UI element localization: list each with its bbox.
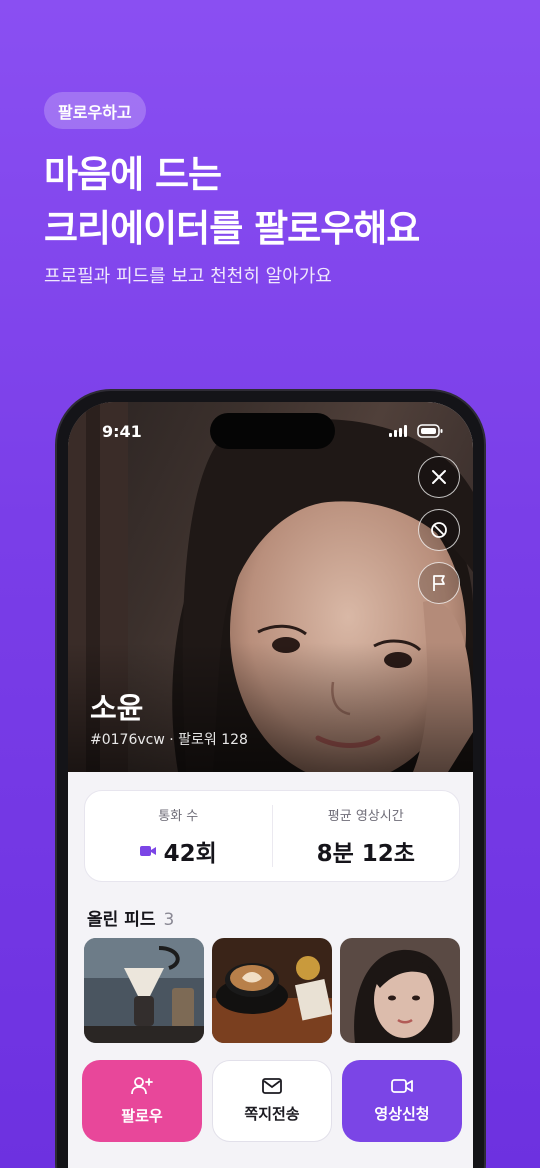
signal-icon	[389, 425, 407, 437]
stat-calls-value: 42회	[139, 834, 217, 868]
headline-line-2: 크리에이터를 팔로우해요	[44, 207, 420, 250]
stat-calls-number: 42회	[163, 840, 217, 867]
promo-subhead: 프로필과 피드를 보고 천천히 알아가요	[44, 266, 332, 287]
video-camera-icon	[391, 1079, 413, 1093]
flag-icon	[433, 575, 445, 591]
message-label: 쪽지전송	[244, 1105, 300, 1123]
stat-avg-label: 평균 영상시간	[327, 808, 404, 824]
status-icons	[389, 424, 443, 438]
headline-line-1: 마음에 드는	[44, 153, 222, 196]
video-request-button[interactable]: 영상신청	[342, 1060, 462, 1142]
block-icon	[431, 522, 447, 538]
phone-screen: 9:41 소윤 #0176vcw · 팔로워 128 통화 수 42회 평균 영…	[68, 402, 473, 1168]
stat-calls-label: 통화 수	[158, 808, 199, 824]
envelope-icon	[262, 1078, 282, 1094]
feed-title-label: 올린 피드	[87, 910, 156, 930]
stat-avg-value: 8분 12초	[316, 840, 415, 867]
promo-tag: 팔로우하고	[44, 92, 146, 129]
coffee-brewing-image	[84, 938, 204, 1043]
video-request-label: 영상신청	[374, 1105, 430, 1123]
person-plus-icon	[131, 1077, 153, 1095]
stats-card: 통화 수 42회 평균 영상시간 8분 12초	[84, 790, 460, 882]
feed-thumb-portrait[interactable]	[340, 938, 460, 1043]
feed-count: 3	[163, 910, 175, 930]
close-icon	[432, 470, 446, 484]
video-camera-icon	[139, 845, 156, 856]
promo-headline: 마음에 드는 크리에이터를 팔로우해요	[44, 148, 420, 256]
feed-thumb-latte[interactable]	[212, 938, 332, 1043]
phone-mockup: 9:41 소윤 #0176vcw · 팔로워 128 통화 수 42회 평균 영…	[55, 389, 486, 1168]
action-bar: 팔로우 쪽지전송 영상신청	[82, 1060, 462, 1142]
portrait-thumb-image	[340, 938, 460, 1043]
status-time: 9:41	[102, 422, 142, 441]
profile-meta: #0176vcw · 팔로워 128	[90, 732, 248, 748]
follow-label: 팔로우	[121, 1107, 163, 1125]
feed-grid	[84, 938, 460, 1043]
feed-thumb-coffee-brewing[interactable]	[84, 938, 204, 1043]
report-button[interactable]	[418, 562, 460, 604]
message-button[interactable]: 쪽지전송	[212, 1060, 332, 1142]
follow-button[interactable]: 팔로우	[82, 1060, 202, 1142]
profile-photo: 9:41 소윤 #0176vcw · 팔로워 128	[68, 402, 473, 772]
battery-icon	[417, 424, 443, 438]
close-button[interactable]	[418, 456, 460, 498]
latte-image	[212, 938, 332, 1043]
stat-calls: 통화 수 42회	[85, 791, 272, 881]
block-button[interactable]	[418, 509, 460, 551]
feed-title: 올린 피드 3	[87, 905, 174, 930]
dynamic-island	[210, 413, 335, 449]
stat-avg-time: 평균 영상시간 8분 12초	[271, 805, 460, 867]
profile-name: 소윤	[90, 691, 144, 725]
